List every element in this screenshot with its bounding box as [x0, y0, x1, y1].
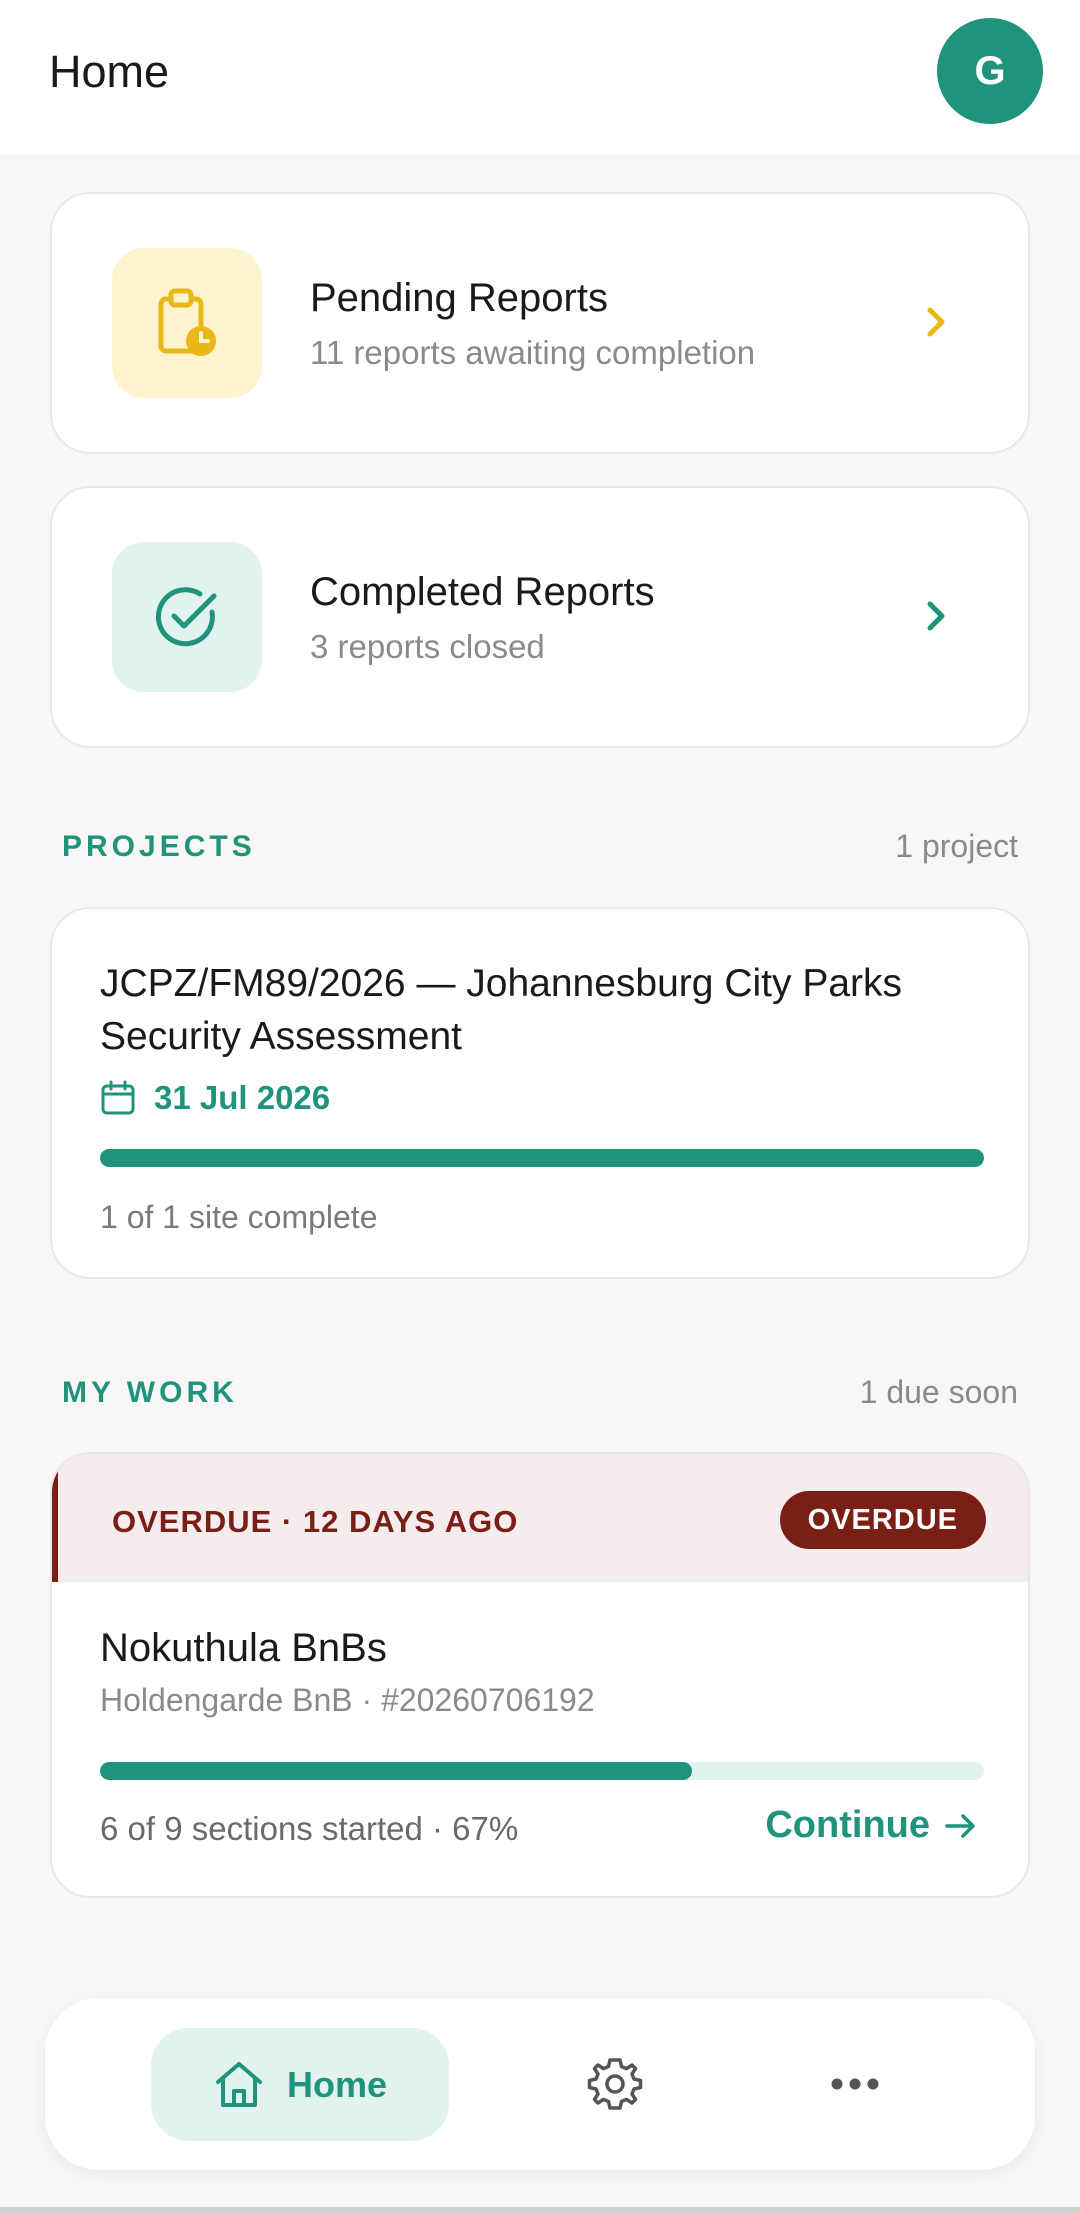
completed-reports-title: Completed Reports [310, 570, 655, 614]
projects-section-label: PROJECTS [62, 830, 256, 863]
work-progress-fill [100, 1762, 693, 1780]
status-badge: OVERDUE [779, 1491, 986, 1549]
work-item-card[interactable]: OVERDUE · 12 DAYS AGO OVERDUE Nokuthula … [50, 1452, 1030, 1898]
pending-reports-subtitle: 11 reports awaiting completion [310, 334, 756, 371]
project-title: JCPZ/FM89/2026 — Johannesburg City Parks… [100, 962, 903, 1058]
work-status-text: 6 of 9 sections started · 67% [100, 1810, 519, 1847]
nav-home-label: Home [286, 2063, 388, 2105]
chevron-right-icon [927, 307, 945, 337]
nav-home-tab[interactable]: Home [151, 2028, 449, 2141]
nav-settings-tab[interactable] [583, 2052, 647, 2116]
app-header: Home G [0, 0, 1080, 155]
home-screen: Home G Pending Reports 11 reports awaiti… [0, 0, 1080, 2213]
pending-reports-icon-tile [112, 248, 262, 398]
completed-reports-card[interactable]: Completed Reports 3 reports closed [50, 486, 1030, 748]
project-date-text: 31 Jul 2026 [154, 1079, 331, 1116]
bottom-divider [0, 2207, 1080, 2213]
bottom-nav: Home [45, 1998, 1035, 2170]
project-progress-fill [100, 1149, 984, 1167]
chevron-right-icon [927, 601, 945, 631]
page-title: Home [49, 46, 170, 97]
calendar-icon [101, 1080, 135, 1115]
my-work-count: 1 due soon [859, 1374, 1018, 1410]
completed-reports-icon-tile [112, 542, 262, 692]
completed-reports-subtitle: 3 reports closed [310, 628, 545, 665]
more-dots-icon [831, 2078, 879, 2090]
project-card[interactable]: JCPZ/FM89/2026 — Johannesburg City Parks… [50, 907, 1030, 1279]
clipboard-clock-icon [158, 288, 216, 356]
project-due-date: 31 Jul 2026 [100, 1079, 330, 1117]
overdue-banner-text: OVERDUE · 12 DAYS AGO [112, 1504, 519, 1539]
pending-reports-title: Pending Reports [310, 276, 608, 320]
continue-label: Continue [765, 1804, 930, 1846]
work-item-title: Nokuthula BnBs [100, 1626, 387, 1670]
work-item-subtitle: Holdengarde BnB · #20260706192 [100, 1682, 595, 1718]
arrow-right-icon [945, 1813, 975, 1838]
avatar[interactable]: G [937, 18, 1043, 124]
project-progress-bar [100, 1149, 984, 1167]
my-work-section-label: MY WORK [62, 1376, 238, 1409]
home-icon [215, 2061, 262, 2107]
work-progress-bar [100, 1762, 984, 1780]
nav-more-tab[interactable] [823, 2052, 887, 2116]
pending-reports-card[interactable]: Pending Reports 11 reports awaiting comp… [50, 192, 1030, 454]
check-circle-icon [155, 587, 217, 647]
gear-icon [587, 2058, 643, 2110]
continue-button[interactable]: Continue [765, 1804, 978, 1847]
projects-count: 1 project [895, 828, 1018, 864]
overdue-banner: OVERDUE · 12 DAYS AGO OVERDUE [52, 1454, 1028, 1582]
project-status-text: 1 of 1 site complete [100, 1199, 378, 1235]
